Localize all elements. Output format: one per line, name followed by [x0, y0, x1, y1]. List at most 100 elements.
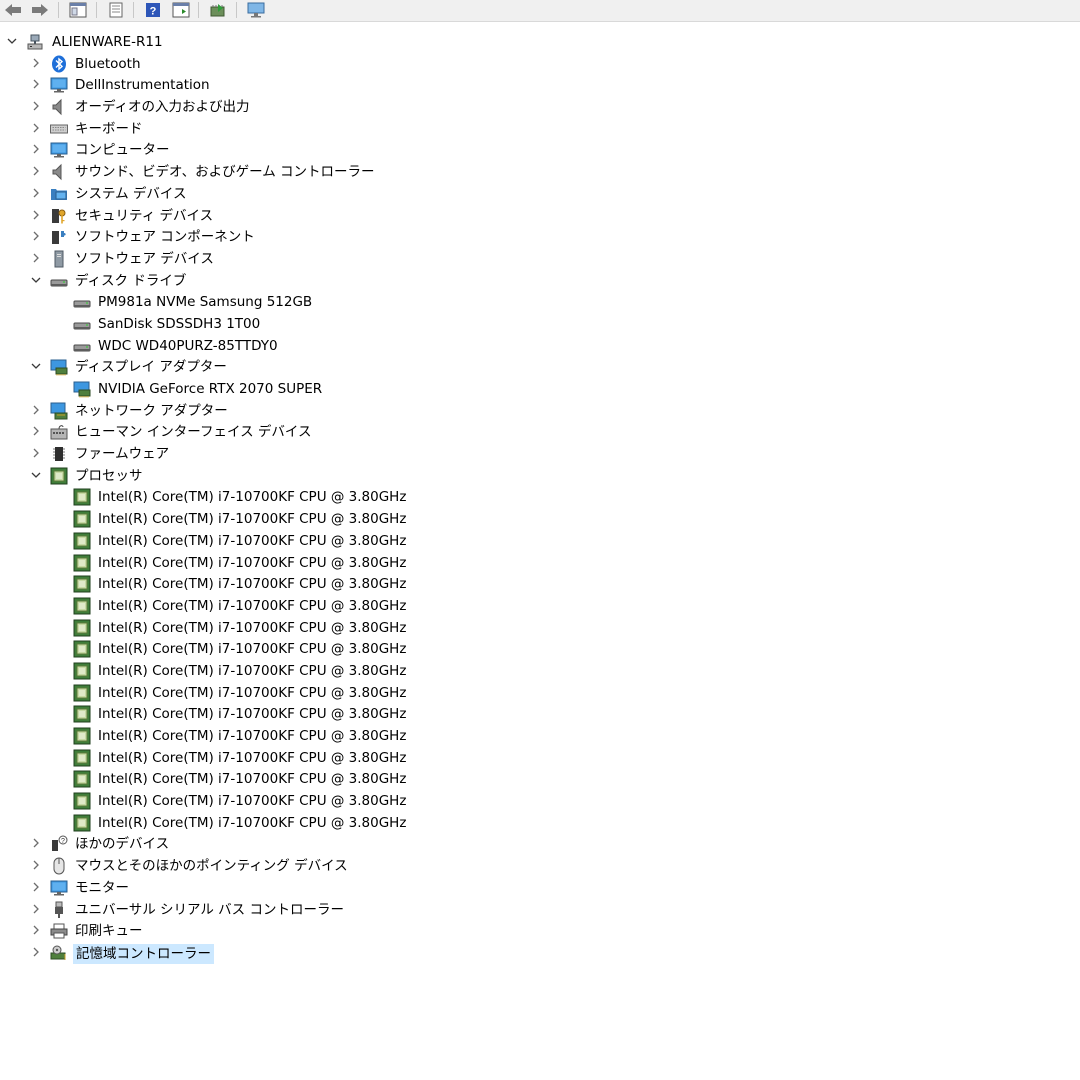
- tree-category[interactable]: ディスク ドライブ: [0, 270, 1080, 292]
- tree-category[interactable]: Bluetooth: [0, 53, 1080, 75]
- tree-root[interactable]: ALIENWARE-R11: [0, 31, 1080, 53]
- tree-device[interactable]: NVIDIA GeForce RTX 2070 SUPER: [0, 378, 1080, 400]
- key-icon: [50, 207, 68, 225]
- tree-device[interactable]: Intel(R) Core(TM) i7-10700KF CPU @ 3.80G…: [0, 747, 1080, 769]
- back-button[interactable]: [3, 1, 23, 19]
- tree-item-label: Intel(R) Core(TM) i7-10700KF CPU @ 3.80G…: [98, 662, 407, 679]
- chevron-right-icon[interactable]: [29, 56, 43, 70]
- tree-device[interactable]: Intel(R) Core(TM) i7-10700KF CPU @ 3.80G…: [0, 790, 1080, 812]
- tree-item-label: ディスク ドライブ: [75, 272, 187, 289]
- device-tree: ALIENWARE-R11 Bluetooth DellInstrumentatio…: [0, 31, 1080, 964]
- tree-item-label: Intel(R) Core(TM) i7-10700KF CPU @ 3.80G…: [98, 793, 407, 810]
- tree-category[interactable]: ヒューマン インターフェイス デバイス: [0, 421, 1080, 443]
- tree-category[interactable]: コンピューター: [0, 139, 1080, 161]
- speaker-icon: [50, 98, 68, 116]
- properties-button[interactable]: [106, 1, 126, 19]
- tree-device[interactable]: Intel(R) Core(TM) i7-10700KF CPU @ 3.80G…: [0, 682, 1080, 704]
- chevron-down-icon[interactable]: [5, 34, 19, 48]
- forward-button[interactable]: [30, 1, 50, 19]
- tree-device[interactable]: Intel(R) Core(TM) i7-10700KF CPU @ 3.80G…: [0, 725, 1080, 747]
- tree-category[interactable]: モニター: [0, 877, 1080, 899]
- tree-category[interactable]: プロセッサ: [0, 465, 1080, 487]
- tree-device[interactable]: Intel(R) Core(TM) i7-10700KF CPU @ 3.80G…: [0, 703, 1080, 725]
- tree-item-label: モニター: [75, 879, 129, 896]
- chevron-right-icon[interactable]: [29, 99, 43, 113]
- processor-icon: [50, 467, 68, 485]
- tree-category[interactable]: ネットワーク アダプター: [0, 400, 1080, 422]
- chevron-down-icon[interactable]: [29, 359, 43, 373]
- chevron-right-icon[interactable]: [29, 208, 43, 222]
- tree-category[interactable]: ユニバーサル シリアル バス コントローラー: [0, 899, 1080, 921]
- tree-category[interactable]: ソフトウェア コンポーネント: [0, 226, 1080, 248]
- chevron-right-icon[interactable]: [29, 403, 43, 417]
- chevron-right-icon[interactable]: [29, 858, 43, 872]
- tree-device[interactable]: Intel(R) Core(TM) i7-10700KF CPU @ 3.80G…: [0, 812, 1080, 834]
- chevron-right-icon[interactable]: [29, 446, 43, 460]
- chevron-right-icon[interactable]: [29, 836, 43, 850]
- chevron-right-icon[interactable]: [29, 923, 43, 937]
- chevron-right-icon[interactable]: [29, 164, 43, 178]
- tree-item-label: WDC WD40PURZ-85TTDY0: [98, 337, 278, 354]
- tree-category[interactable]: ディスプレイ アダプター: [0, 356, 1080, 378]
- tree-device[interactable]: Intel(R) Core(TM) i7-10700KF CPU @ 3.80G…: [0, 573, 1080, 595]
- tree-device[interactable]: PM981a NVMe Samsung 512GB: [0, 291, 1080, 313]
- tree-category[interactable]: ソフトウェア デバイス: [0, 248, 1080, 270]
- tree-category[interactable]: ファームウェア: [0, 443, 1080, 465]
- chevron-right-icon[interactable]: [29, 186, 43, 200]
- show-action-pane-button[interactable]: [171, 1, 191, 19]
- chevron-right-icon[interactable]: [29, 77, 43, 91]
- chevron-right-icon[interactable]: [29, 902, 43, 916]
- tree-device[interactable]: Intel(R) Core(TM) i7-10700KF CPU @ 3.80G…: [0, 638, 1080, 660]
- tree-category[interactable]: DellInstrumentation: [0, 74, 1080, 96]
- tree-item-label: Intel(R) Core(TM) i7-10700KF CPU @ 3.80G…: [98, 706, 407, 723]
- show-hide-console-tree-button[interactable]: [68, 1, 88, 19]
- tree-device[interactable]: Intel(R) Core(TM) i7-10700KF CPU @ 3.80G…: [0, 595, 1080, 617]
- scan-monitor-icon: [246, 2, 266, 18]
- tree-device[interactable]: Intel(R) Core(TM) i7-10700KF CPU @ 3.80G…: [0, 530, 1080, 552]
- tree-category[interactable]: サウンド、ビデオ、およびゲーム コントローラー: [0, 161, 1080, 183]
- tree-device[interactable]: Intel(R) Core(TM) i7-10700KF CPU @ 3.80G…: [0, 508, 1080, 530]
- tree-category[interactable]: ? ほかのデバイス: [0, 833, 1080, 855]
- tree-device[interactable]: Intel(R) Core(TM) i7-10700KF CPU @ 3.80G…: [0, 617, 1080, 639]
- tree-category[interactable]: 印刷キュー: [0, 920, 1080, 942]
- mouse-icon: [50, 857, 68, 875]
- back-arrow-icon: [4, 3, 22, 17]
- processor-icon: [73, 792, 91, 810]
- chevron-right-icon[interactable]: [29, 121, 43, 135]
- chevron-down-icon[interactable]: [29, 468, 43, 482]
- help-button[interactable]: ?: [143, 1, 163, 19]
- tree-device[interactable]: SanDisk SDSSDH3 1T00: [0, 313, 1080, 335]
- update-driver-button[interactable]: [208, 1, 228, 19]
- tree-device[interactable]: Intel(R) Core(TM) i7-10700KF CPU @ 3.80G…: [0, 552, 1080, 574]
- tree-category[interactable]: システム デバイス: [0, 183, 1080, 205]
- tree-item-label: DellInstrumentation: [75, 77, 210, 94]
- chevron-right-icon[interactable]: [29, 142, 43, 156]
- usb-icon: [50, 901, 68, 919]
- update-driver-icon: [209, 2, 227, 18]
- disk-icon: [73, 293, 91, 311]
- display-adapter-icon: [50, 358, 68, 376]
- disk-icon: [73, 315, 91, 333]
- toolbar: ?: [0, 0, 1080, 22]
- toolbar-separator: [236, 2, 237, 18]
- speaker-icon: [50, 163, 68, 181]
- chevron-right-icon[interactable]: [29, 424, 43, 438]
- chevron-right-icon[interactable]: [29, 251, 43, 265]
- chevron-down-icon[interactable]: [29, 273, 43, 287]
- tree-device[interactable]: Intel(R) Core(TM) i7-10700KF CPU @ 3.80G…: [0, 486, 1080, 508]
- tree-device[interactable]: Intel(R) Core(TM) i7-10700KF CPU @ 3.80G…: [0, 660, 1080, 682]
- tree-device[interactable]: Intel(R) Core(TM) i7-10700KF CPU @ 3.80G…: [0, 768, 1080, 790]
- svg-text:?: ?: [61, 838, 65, 845]
- tree-category[interactable]: セキュリティ デバイス: [0, 205, 1080, 227]
- chevron-right-icon[interactable]: [29, 880, 43, 894]
- tree-category[interactable]: マウスとそのほかのポインティング デバイス: [0, 855, 1080, 877]
- tree-category[interactable]: 記憶域コントローラー: [0, 942, 1080, 964]
- scan-hardware-button[interactable]: [246, 1, 266, 19]
- chevron-right-icon[interactable]: [29, 229, 43, 243]
- tree-category[interactable]: キーボード: [0, 118, 1080, 140]
- tree-device[interactable]: WDC WD40PURZ-85TTDY0: [0, 335, 1080, 357]
- tree-item-label: PM981a NVMe Samsung 512GB: [98, 294, 313, 311]
- processor-icon: [73, 814, 91, 832]
- tree-category[interactable]: オーディオの入力および出力: [0, 96, 1080, 118]
- chevron-right-icon[interactable]: [29, 945, 43, 959]
